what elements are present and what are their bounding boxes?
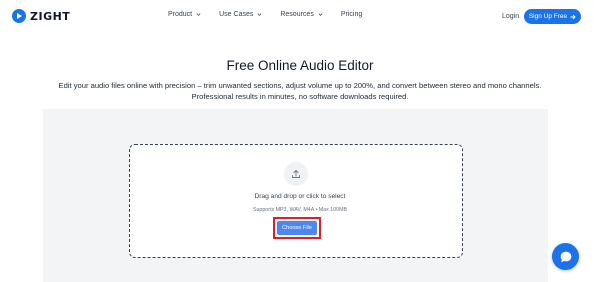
choose-file-button[interactable]: Choose File xyxy=(277,221,317,235)
page-title: Free Online Audio Editor xyxy=(226,58,374,73)
chevron-down-icon xyxy=(318,13,323,16)
nav-item-label: Product xyxy=(168,11,193,18)
brand-logo[interactable]: ZIGHT xyxy=(12,9,70,23)
nav-item-label: Resources xyxy=(280,11,314,18)
nav-item-pricing[interactable]: Pricing xyxy=(341,11,362,18)
signup-label: Sign Up Free xyxy=(528,13,568,20)
arrow-right-icon xyxy=(570,14,576,19)
page-description: Edit your audio files online with precis… xyxy=(58,81,542,101)
login-link[interactable]: Login xyxy=(502,13,519,20)
zight-logo-icon xyxy=(12,9,26,23)
chevron-down-icon xyxy=(196,13,201,16)
site-header: ZIGHT Product Use Cases Resources Pricin… xyxy=(0,0,600,34)
nav-item-resources[interactable]: Resources xyxy=(280,11,323,18)
chevron-down-icon xyxy=(257,13,262,16)
signup-button[interactable]: Sign Up Free xyxy=(524,9,581,24)
nav-item-use-cases[interactable]: Use Cases xyxy=(219,11,262,18)
chat-icon xyxy=(560,251,571,262)
nav-item-label: Pricing xyxy=(340,11,363,18)
supported-formats: Supports MP3, WAV, M4A • Max 100MB xyxy=(252,207,348,213)
chat-launcher-button[interactable] xyxy=(552,243,579,270)
upload-icon xyxy=(284,162,308,186)
dropzone-instructions: Drag and drop or click to select xyxy=(254,193,346,200)
brand-name: ZIGHT xyxy=(30,9,71,23)
nav-item-label: Use Cases xyxy=(219,11,254,18)
main-nav: Product Use Cases Resources Pricing xyxy=(168,11,380,18)
nav-item-product[interactable]: Product xyxy=(168,11,201,18)
